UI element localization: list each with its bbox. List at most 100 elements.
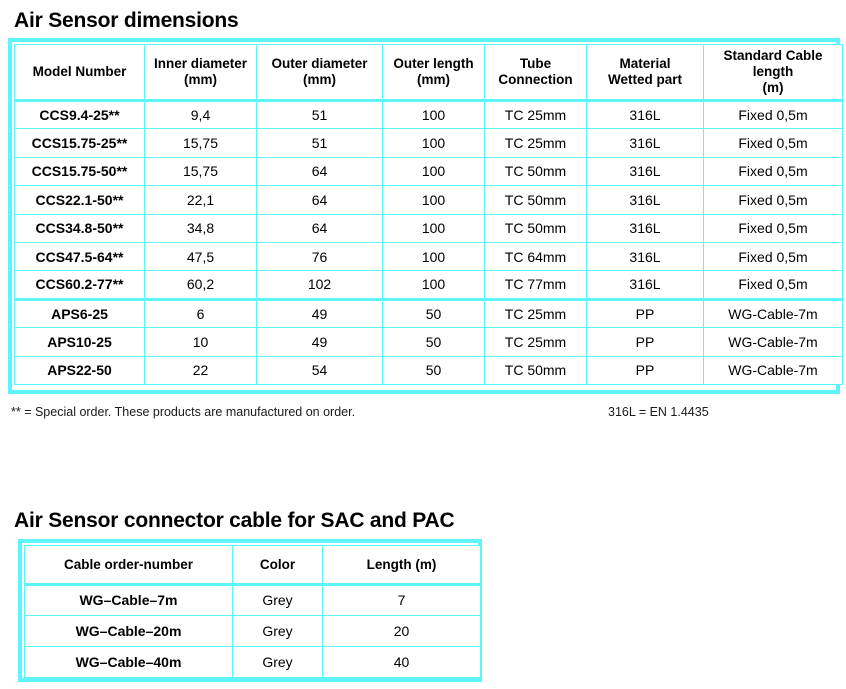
connector-cable-table-frame: Cable order-number Color Length (m) WG–C… bbox=[18, 539, 482, 682]
cell-outer-length: 100 bbox=[382, 128, 485, 158]
connector-table-body: WG–Cable–7m Grey 7 WG–Cable–20m Grey 20 … bbox=[24, 584, 481, 678]
table-row: CCS15.75-25** 15,75 51 100 TC 25mm 316L … bbox=[14, 128, 843, 158]
cell-outer-diameter: 54 bbox=[256, 355, 383, 385]
cell-cable-order-number: WG–Cable–20m bbox=[24, 615, 233, 647]
header-line-2: (mm) bbox=[417, 72, 450, 87]
cell-color: Grey bbox=[232, 646, 323, 678]
cell-outer-length: 100 bbox=[382, 156, 485, 187]
cell-outer-length: 100 bbox=[382, 241, 485, 272]
cell-model-number: CCS34.8-50** bbox=[14, 213, 145, 243]
cell-cable-length: Fixed 0,5m bbox=[703, 99, 843, 130]
cell-inner-diameter: 6 bbox=[144, 298, 257, 329]
table-header-row: Cable order-number Color Length (m) bbox=[24, 545, 481, 586]
cell-inner-diameter: 22 bbox=[144, 355, 257, 385]
cell-material: 316L bbox=[586, 213, 704, 243]
cell-outer-diameter: 64 bbox=[256, 185, 383, 215]
column-header-color: Color bbox=[232, 545, 323, 586]
cell-model-number: CCS22.1-50** bbox=[14, 185, 145, 215]
cell-outer-diameter: 51 bbox=[256, 99, 383, 130]
cell-tube-connection: TC 64mm bbox=[484, 241, 587, 272]
header-line-2: Wetted part bbox=[607, 72, 682, 87]
cell-model-number: CCS15.75-50** bbox=[14, 156, 145, 187]
cell-tube-connection: TC 50mm bbox=[484, 355, 587, 385]
cell-inner-diameter: 34,8 bbox=[144, 213, 257, 243]
column-header-outer-length: Outer length (mm) bbox=[382, 44, 485, 102]
header-line-1: Tube bbox=[519, 56, 552, 72]
cell-inner-diameter: 15,75 bbox=[144, 156, 257, 187]
column-header-cable-order-number: Cable order-number bbox=[24, 545, 233, 586]
header-line-2: length bbox=[752, 64, 794, 80]
cell-inner-diameter: 47,5 bbox=[144, 241, 257, 272]
cell-outer-diameter: 49 bbox=[256, 298, 383, 329]
header-line-1: Outer length bbox=[393, 56, 474, 72]
cell-model-number: CCS60.2-77** bbox=[14, 270, 145, 301]
cell-outer-diameter: 102 bbox=[256, 270, 383, 301]
column-header-inner-diameter: Inner diameter (mm) bbox=[144, 44, 257, 102]
cell-inner-diameter: 9,4 bbox=[144, 99, 257, 130]
cell-color: Grey bbox=[232, 615, 323, 647]
cell-model-number: CCS9.4-25** bbox=[14, 99, 145, 130]
table-row: WG–Cable–40m Grey 40 bbox=[24, 646, 481, 678]
table-row: APS10-25 10 49 50 TC 25mm PP WG-Cable-7m bbox=[14, 327, 843, 357]
header-line-1: Outer diameter bbox=[271, 56, 368, 72]
cell-model-number: CCS47.5-64** bbox=[14, 241, 145, 272]
cell-material: 316L bbox=[586, 156, 704, 187]
header-line-3: (m) bbox=[762, 79, 784, 95]
footnote-material-standard: 316L = EN 1.4435 bbox=[608, 405, 709, 419]
cell-material: 316L bbox=[586, 128, 704, 158]
cell-cable-length: Fixed 0,5m bbox=[703, 213, 843, 243]
header-line-1: Material bbox=[619, 56, 671, 72]
cell-outer-length: 50 bbox=[382, 298, 485, 329]
cell-inner-diameter: 60,2 bbox=[144, 270, 257, 301]
cell-model-number: CCS15.75-25** bbox=[14, 128, 145, 158]
air-sensor-dimensions-table-frame: Model Number Inner diameter (mm) Outer d… bbox=[8, 38, 843, 394]
cell-tube-connection: TC 50mm bbox=[484, 213, 587, 243]
cell-cable-length: Fixed 0,5m bbox=[703, 185, 843, 215]
cell-color: Grey bbox=[232, 584, 323, 616]
column-header-length: Length (m) bbox=[322, 545, 481, 586]
cell-tube-connection: TC 77mm bbox=[484, 270, 587, 301]
column-header-standard-cable-length: Standard Cable length (m) bbox=[703, 44, 843, 102]
header-line-2: (mm) bbox=[303, 72, 336, 87]
cell-length: 40 bbox=[322, 646, 481, 678]
cell-cable-order-number: WG–Cable–7m bbox=[24, 584, 233, 616]
cell-material: 316L bbox=[586, 241, 704, 272]
cell-tube-connection: TC 50mm bbox=[484, 156, 587, 187]
cell-material: 316L bbox=[586, 185, 704, 215]
column-header-model-number: Model Number bbox=[14, 44, 145, 102]
cell-inner-diameter: 22,1 bbox=[144, 185, 257, 215]
table-row: CCS47.5-64** 47,5 76 100 TC 64mm 316L Fi… bbox=[14, 241, 843, 272]
cell-cable-length: WG-Cable-7m bbox=[703, 327, 843, 357]
cell-outer-diameter: 64 bbox=[256, 213, 383, 243]
cell-model-number: APS10-25 bbox=[14, 327, 145, 357]
cell-material: PP bbox=[586, 298, 704, 329]
header-line-1: Model Number bbox=[32, 64, 127, 80]
air-sensor-dimensions-table: Model Number Inner diameter (mm) Outer d… bbox=[14, 44, 843, 385]
table-header-row: Model Number Inner diameter (mm) Outer d… bbox=[14, 44, 843, 102]
cell-tube-connection: TC 50mm bbox=[484, 185, 587, 215]
cell-tube-connection: TC 25mm bbox=[484, 99, 587, 130]
cell-length: 7 bbox=[322, 584, 481, 616]
cell-outer-length: 100 bbox=[382, 270, 485, 301]
table-row: WG–Cable–7m Grey 7 bbox=[24, 584, 481, 616]
cell-outer-length: 100 bbox=[382, 213, 485, 243]
column-header-tube-connection: Tube Connection bbox=[484, 44, 587, 102]
cell-outer-diameter: 51 bbox=[256, 128, 383, 158]
cell-inner-diameter: 15,75 bbox=[144, 128, 257, 158]
cell-outer-length: 100 bbox=[382, 185, 485, 215]
table-row: CCS60.2-77** 60,2 102 100 TC 77mm 316L F… bbox=[14, 270, 843, 301]
cell-material: 316L bbox=[586, 99, 704, 130]
table-row: CCS34.8-50** 34,8 64 100 TC 50mm 316L Fi… bbox=[14, 213, 843, 243]
page-title-dimensions: Air Sensor dimensions bbox=[14, 9, 239, 32]
cell-cable-length: Fixed 0,5m bbox=[703, 241, 843, 272]
connector-cable-table: Cable order-number Color Length (m) WG–C… bbox=[24, 545, 481, 678]
cell-cable-length: WG-Cable-7m bbox=[703, 355, 843, 385]
cell-cable-length: WG-Cable-7m bbox=[703, 298, 843, 329]
cell-material: 316L bbox=[586, 270, 704, 301]
dimensions-table-body: CCS9.4-25** 9,4 51 100 TC 25mm 316L Fixe… bbox=[14, 99, 843, 385]
cell-cable-length: Fixed 0,5m bbox=[703, 156, 843, 187]
cell-tube-connection: TC 25mm bbox=[484, 128, 587, 158]
cell-outer-length: 100 bbox=[382, 99, 485, 130]
header-line-1: Standard Cable bbox=[723, 48, 823, 64]
cell-model-number: APS22-50 bbox=[14, 355, 145, 385]
